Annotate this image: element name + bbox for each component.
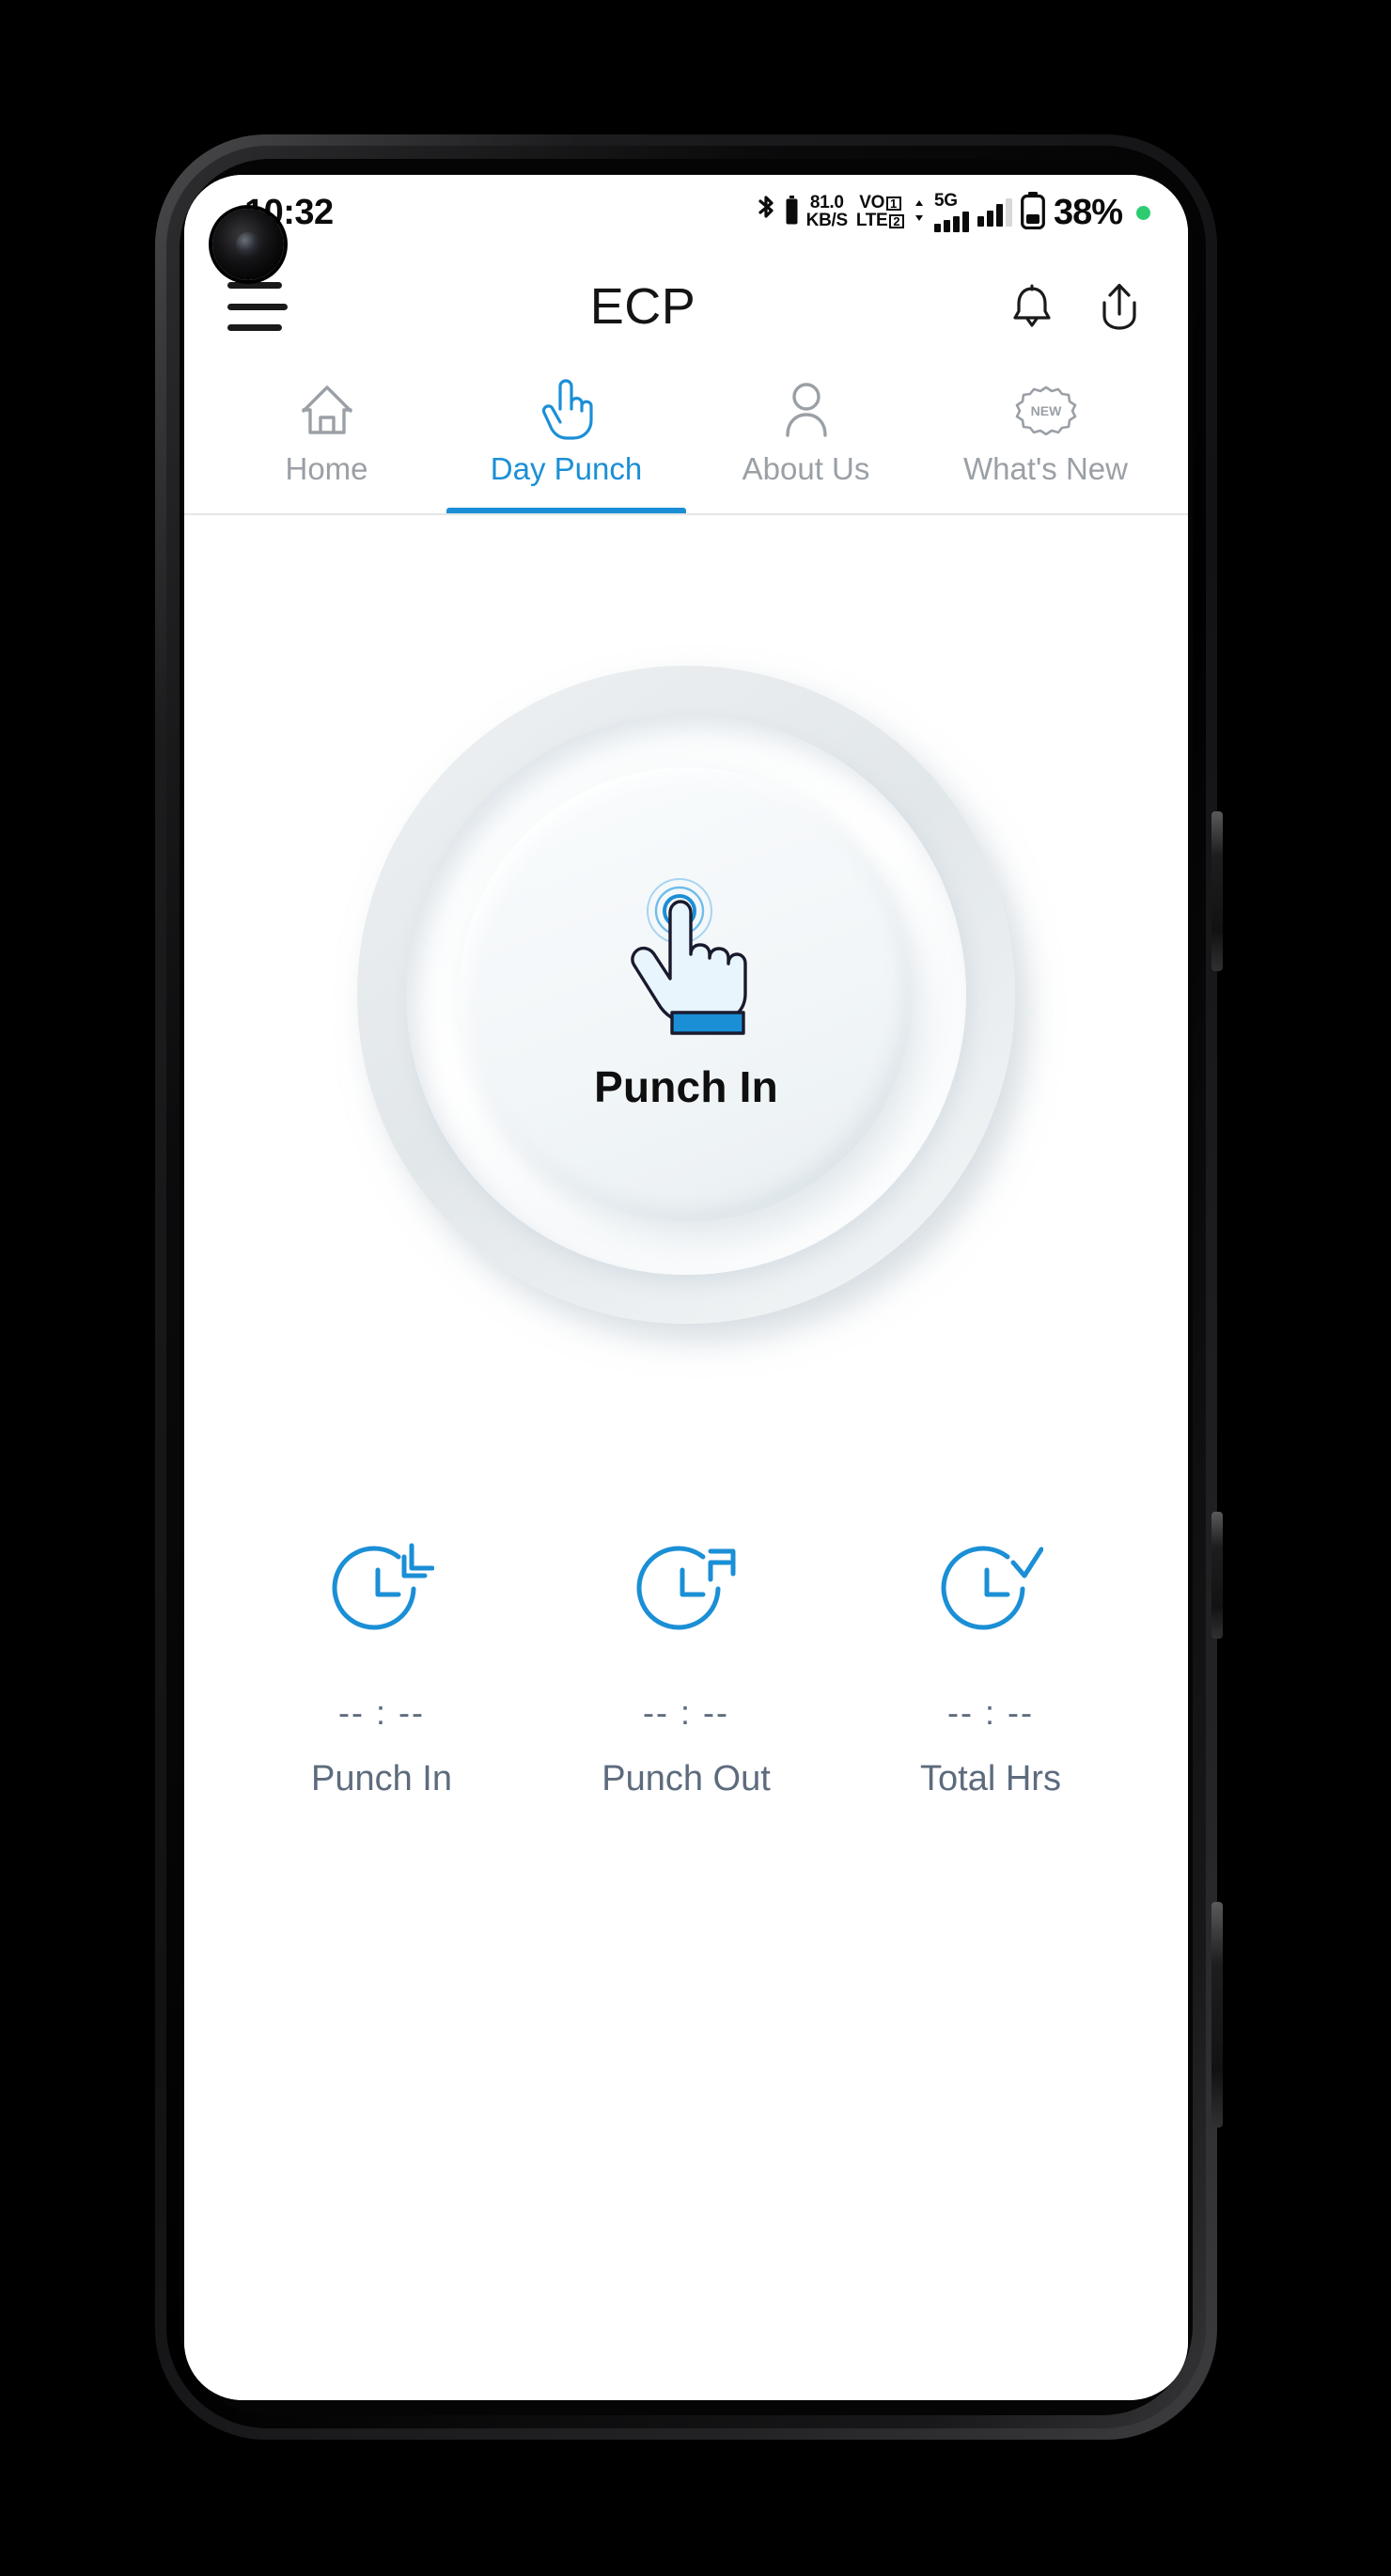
bluetooth-icon <box>755 195 777 231</box>
tab-whats-new-underline <box>926 508 1165 513</box>
app-header: ECP <box>184 250 1188 363</box>
tab-whats-new[interactable]: NEW What's New <box>926 363 1165 513</box>
clock-check-icon <box>938 1535 1043 1646</box>
volte-row-bottom: LTE 2 <box>856 212 904 230</box>
phone-screen: 10:32 81.0 KB/S VO 1 LTE 2 5G 38% ECP Ho… <box>184 175 1188 2400</box>
tab-bar: Home Day Punch About Us NEW What's New <box>184 363 1188 515</box>
punch-button-label: Punch In <box>594 1062 778 1111</box>
stat-punch-out-label: Punch Out <box>602 1759 771 1798</box>
tab-about-us-underline <box>686 508 926 513</box>
stat-total-hrs-label: Total Hrs <box>920 1759 1061 1798</box>
notification-bell-icon[interactable] <box>1008 280 1056 333</box>
tab-day-punch-label: Day Punch <box>490 451 643 486</box>
tab-home-label: Home <box>285 451 368 486</box>
signal-bars-sim1-icon <box>933 212 969 233</box>
pointing-hand-icon <box>540 376 593 444</box>
tab-day-punch-underline <box>446 508 686 513</box>
volte-indicator: VO 1 LTE 2 <box>856 195 904 229</box>
network-type-label: 5G <box>933 190 958 211</box>
svg-text:NEW: NEW <box>1030 403 1061 418</box>
tap-hand-icon <box>616 877 757 1037</box>
power-button[interactable] <box>1211 1902 1223 2128</box>
clock-punch-in-icon <box>329 1535 434 1646</box>
stat-total-hrs: -- : -- Total Hrs <box>838 1535 1143 1799</box>
tab-whats-new-label: What's New <box>962 451 1128 486</box>
home-icon <box>298 376 356 444</box>
tab-about-us-label: About Us <box>742 451 870 486</box>
punch-button-area: Punch In <box>357 666 1015 1324</box>
upload-share-icon[interactable] <box>1096 280 1145 333</box>
volte-sim2-badge: 2 <box>888 213 904 228</box>
network-type-group: 5G <box>933 190 969 233</box>
volte-sim1-badge: 1 <box>885 196 901 212</box>
network-speed-indicator: 81.0 KB/S <box>805 195 849 230</box>
bluetooth-battery-icon <box>786 195 798 230</box>
header-actions <box>1008 280 1145 333</box>
status-bar-icons: 81.0 KB/S VO 1 LTE 2 5G 38% <box>755 190 1150 234</box>
stat-punch-in: -- : -- Punch In <box>229 1535 534 1799</box>
punch-in-button[interactable]: Punch In <box>459 767 914 1222</box>
tab-about-us[interactable]: About Us <box>686 363 926 513</box>
menu-line-1 <box>227 282 282 289</box>
tab-home-underline <box>207 508 446 513</box>
status-bar: 10:32 81.0 KB/S VO 1 LTE 2 5G 38% <box>184 175 1188 250</box>
volume-up-button[interactable] <box>1211 811 1223 971</box>
page-title: ECP <box>589 278 696 335</box>
person-icon <box>781 376 832 444</box>
signal-bars-sim2-icon <box>977 198 1012 227</box>
data-transfer-arrows-icon <box>913 199 926 227</box>
volte-label-bottom: LTE <box>855 211 888 230</box>
clock-punch-out-icon <box>633 1535 739 1646</box>
stat-punch-out: -- : -- Punch Out <box>534 1535 838 1799</box>
camera-lens <box>236 232 260 257</box>
battery-icon <box>1021 191 1045 234</box>
stat-punch-out-value: -- : -- <box>643 1693 729 1732</box>
new-starburst-icon: NEW <box>1012 376 1080 444</box>
battery-percentage: 38% <box>1053 192 1123 232</box>
volume-down-button[interactable] <box>1211 1512 1223 1639</box>
tab-home[interactable]: Home <box>207 363 446 513</box>
camera-punch-hole <box>212 209 284 280</box>
stat-total-hrs-value: -- : -- <box>947 1693 1034 1732</box>
menu-line-3 <box>227 324 282 331</box>
network-speed-unit: KB/S <box>805 211 849 230</box>
recording-indicator-dot <box>1136 205 1150 220</box>
stat-punch-in-label: Punch In <box>311 1759 452 1798</box>
stats-row: -- : -- Punch In -- : -- Punch Out --: … <box>184 1535 1188 1799</box>
tab-day-punch[interactable]: Day Punch <box>446 363 686 513</box>
main-content: Punch In -- : -- Punch In --: -- Punch … <box>184 515 1188 2400</box>
stat-punch-in-value: -- : -- <box>338 1693 425 1732</box>
